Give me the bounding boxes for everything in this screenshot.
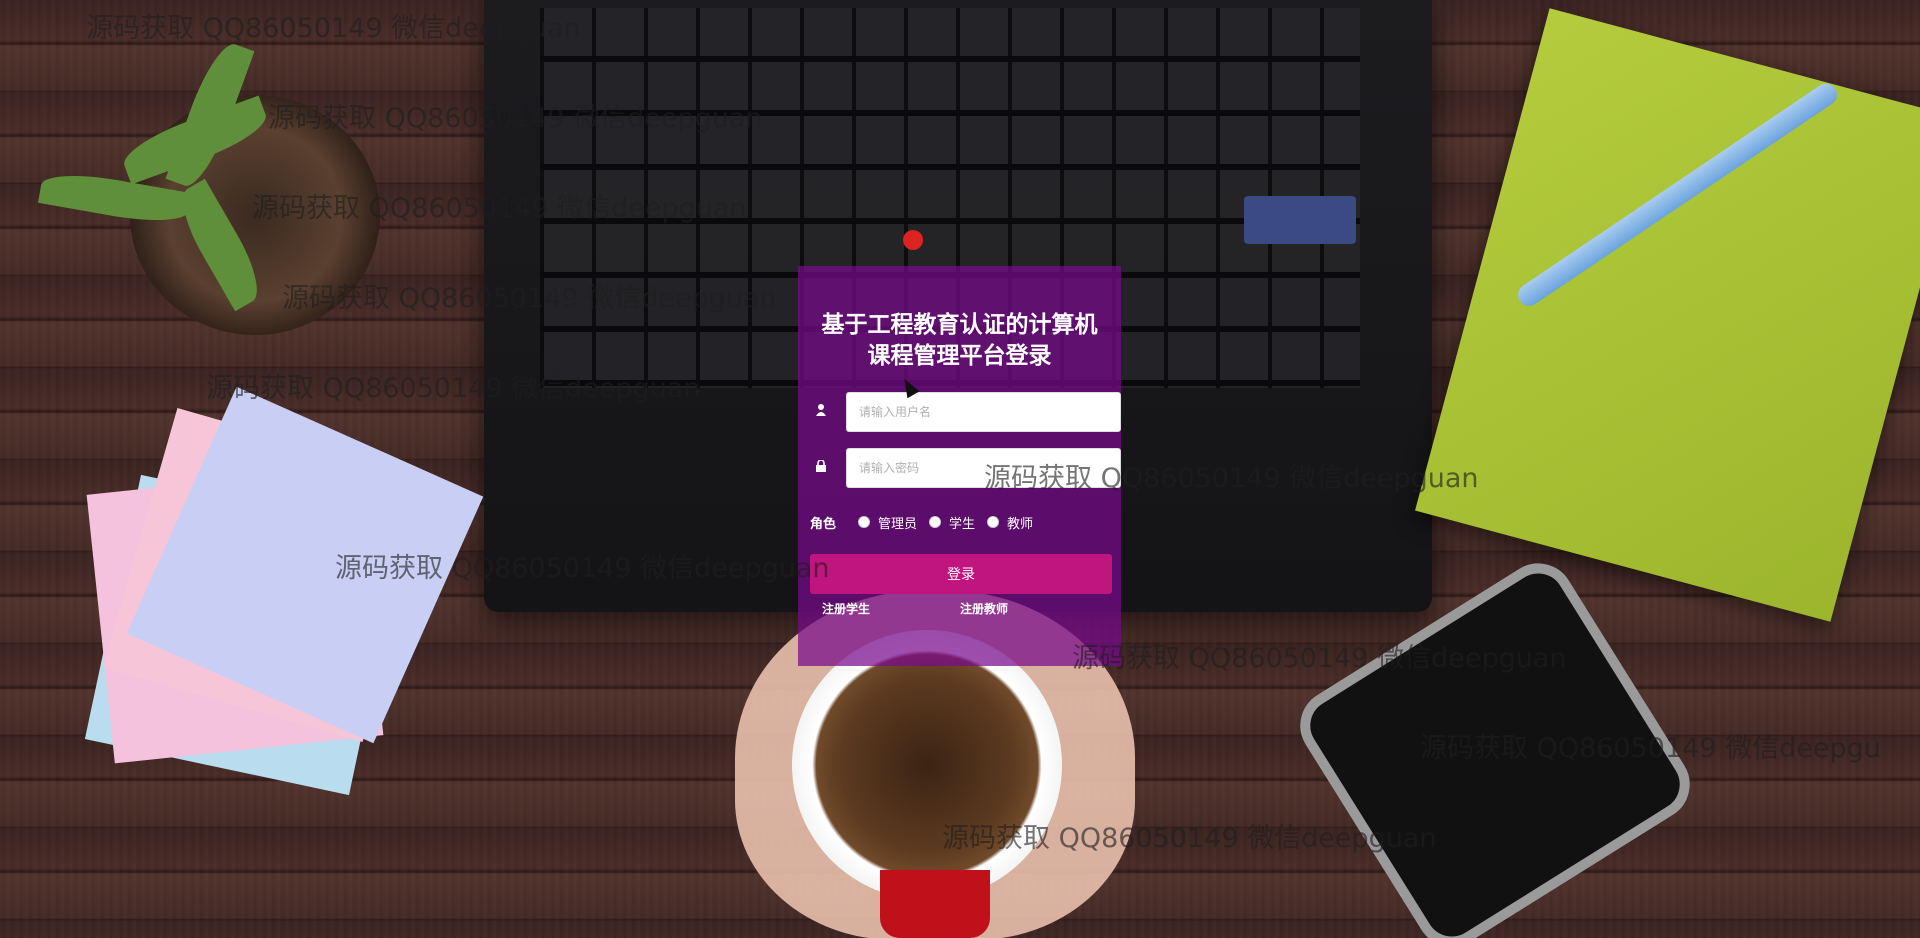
role-option-teacher[interactable]: 教师 <box>987 513 1033 532</box>
lock-icon <box>814 459 828 474</box>
radio-teacher[interactable] <box>987 516 1000 528</box>
title-line-1: 基于工程教育认证的计算机 <box>821 312 1098 338</box>
radio-admin[interactable] <box>858 516 871 528</box>
enter-key <box>1244 196 1356 244</box>
register-student-link[interactable]: 注册学生 <box>822 600 870 617</box>
page-title: 基于工程教育认证的计算机 课程管理平台登录 <box>798 310 1121 372</box>
username-input[interactable] <box>846 392 1121 432</box>
cup-red-handle <box>880 870 990 938</box>
username-row <box>810 392 1121 432</box>
role-student-label: 学生 <box>949 516 976 532</box>
role-label: 角色 <box>810 516 837 532</box>
trackpoint <box>903 230 923 250</box>
user-icon <box>814 404 828 418</box>
role-option-admin[interactable]: 管理员 <box>858 513 917 532</box>
radio-student[interactable] <box>929 516 942 528</box>
register-teacher-link[interactable]: 注册教师 <box>960 600 1008 617</box>
role-selector: 角色 管理员 学生 教师 <box>810 510 1110 534</box>
password-row <box>810 448 1121 488</box>
login-button[interactable]: 登录 <box>810 554 1112 594</box>
title-line-2: 课程管理平台登录 <box>867 343 1052 369</box>
role-option-student[interactable]: 学生 <box>929 513 975 532</box>
role-teacher-label: 教师 <box>1007 516 1034 532</box>
coffee-cup <box>792 630 1062 900</box>
password-input[interactable] <box>846 448 1121 488</box>
role-admin-label: 管理员 <box>878 516 918 532</box>
login-panel: 基于工程教育认证的计算机 课程管理平台登录 角色 管理员 学生 教师 登录 注册… <box>798 266 1121 666</box>
